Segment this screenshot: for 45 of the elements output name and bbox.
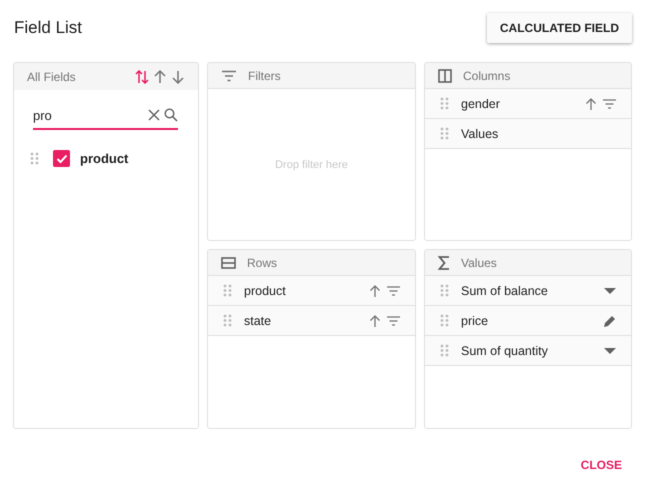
sigma-icon — [438, 256, 450, 270]
search-field[interactable]: pro — [33, 102, 178, 130]
sort-ascending-icon[interactable] — [369, 314, 381, 328]
search-icon[interactable] — [164, 108, 178, 122]
field-chip[interactable]: Sum of balance — [425, 276, 631, 306]
drag-handle-icon[interactable] — [30, 152, 39, 165]
drag-handle-icon[interactable] — [440, 284, 449, 297]
drag-handle-icon[interactable] — [223, 314, 232, 327]
field-chip[interactable]: state — [208, 306, 415, 336]
columns-icon — [438, 68, 452, 82]
filter-icon — [221, 70, 237, 82]
clear-icon[interactable] — [148, 109, 160, 121]
rows-icon — [221, 256, 236, 268]
panel-title: All Fields — [27, 70, 76, 84]
field-chip[interactable]: price — [425, 306, 631, 336]
sort-descending-icon[interactable] — [171, 70, 185, 84]
panel-title: Columns — [463, 68, 510, 82]
calculated-field-button[interactable]: CALCULATED FIELD — [486, 13, 632, 43]
filter-icon[interactable] — [386, 314, 401, 326]
drag-handle-icon[interactable] — [440, 344, 449, 357]
field-chip[interactable]: Sum of quantity — [425, 336, 631, 366]
sort-ascending-icon[interactable] — [153, 70, 167, 84]
checkbox[interactable] — [53, 150, 70, 167]
caret-icon[interactable] — [603, 346, 617, 355]
drag-handle-icon[interactable] — [440, 314, 449, 327]
panel-title: Filters — [248, 68, 281, 82]
drag-handle-icon[interactable] — [440, 127, 449, 140]
close-button[interactable]: CLOSE — [580, 454, 622, 476]
panel-title: Values — [461, 256, 497, 270]
drag-handle-icon[interactable] — [440, 97, 449, 110]
caret-icon[interactable] — [603, 286, 617, 295]
field-chip[interactable]: Values — [425, 119, 631, 149]
dialog-title: Field List — [14, 18, 82, 38]
field-label: product — [80, 151, 128, 166]
filter-icon[interactable] — [386, 284, 401, 296]
pencil-icon[interactable] — [603, 314, 617, 328]
field-chip[interactable]: gender — [425, 89, 631, 119]
panel-title: Rows — [247, 256, 278, 270]
sort-ascending-icon[interactable] — [369, 284, 381, 298]
field-chip[interactable]: product — [208, 276, 415, 306]
filter-icon[interactable] — [602, 98, 617, 110]
sort-icon[interactable] — [135, 70, 149, 84]
drag-handle-icon[interactable] — [223, 284, 232, 297]
sort-ascending-icon[interactable] — [585, 96, 597, 110]
checkmark-icon — [56, 154, 68, 164]
